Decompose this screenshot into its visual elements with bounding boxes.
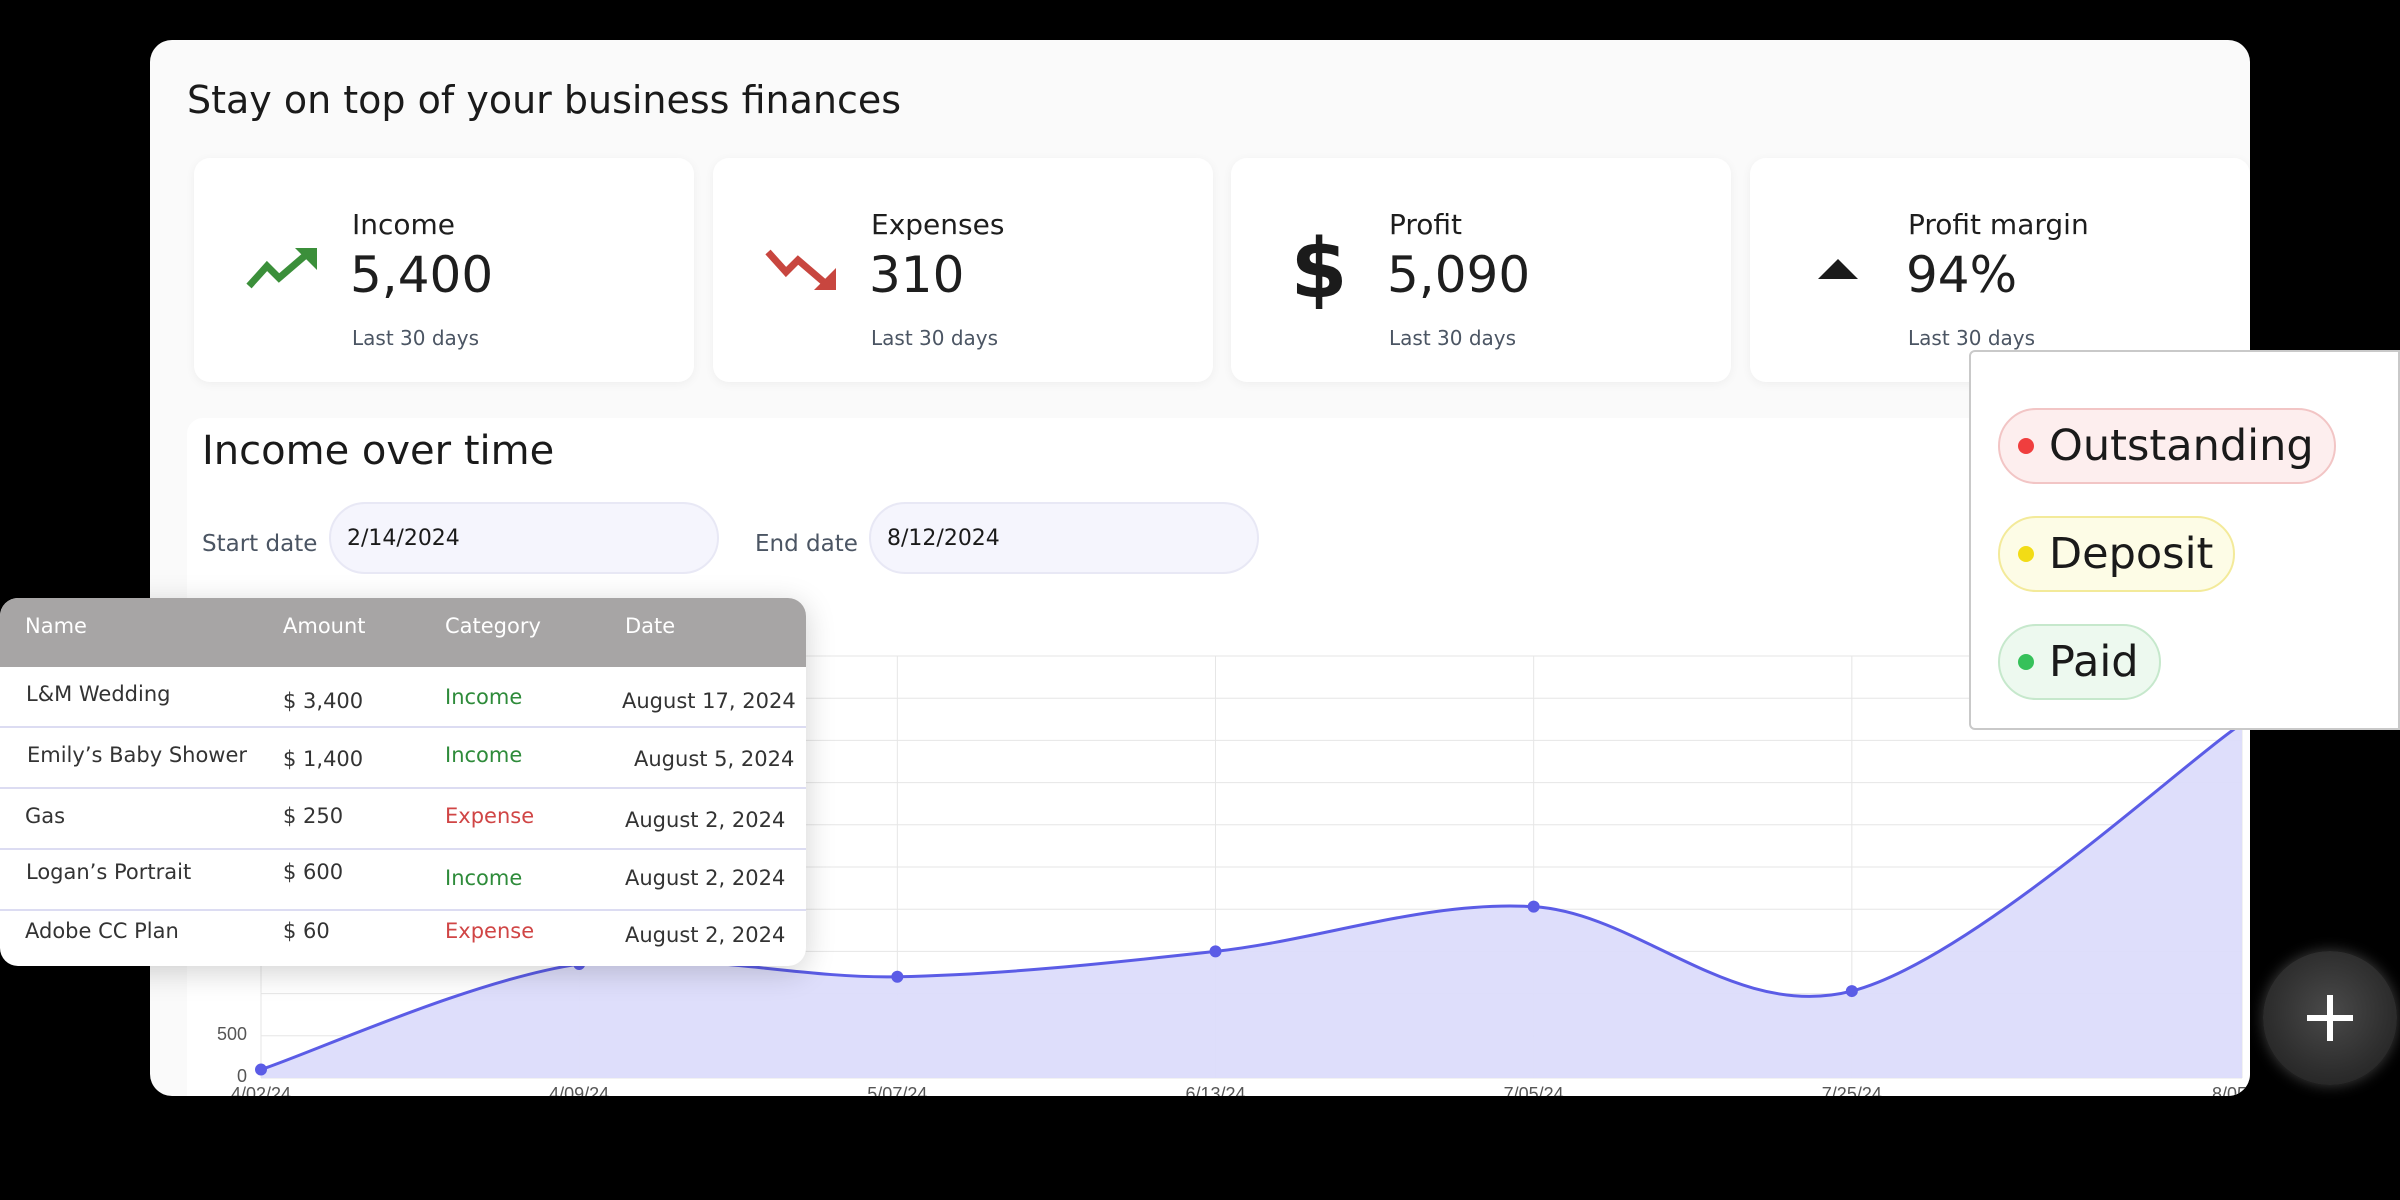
x-tick-label: 7/25/24: [1822, 1084, 1882, 1096]
cell-amount: $ 250: [283, 804, 344, 828]
table-row[interactable]: Logan’s Portrait $ 600 Income August 2, …: [0, 850, 806, 911]
cell-category: Expense: [445, 804, 535, 828]
cell-name: Emily’s Baby Shower: [27, 743, 248, 767]
add-button[interactable]: [2263, 951, 2397, 1085]
dollar-icon: $: [1281, 222, 1357, 317]
data-point[interactable]: [1527, 900, 1540, 913]
cell-date: August 2, 2024: [625, 866, 786, 890]
data-point[interactable]: [891, 970, 904, 983]
cell-category: Income: [445, 685, 523, 709]
status-legend-card: Outstanding Deposit Paid: [1969, 350, 2400, 730]
cell-amount: $ 1,400: [283, 747, 364, 771]
cell-date: August 2, 2024: [625, 923, 786, 947]
cell-name: L&M Wedding: [26, 682, 171, 706]
y-tick-label: 0: [237, 1066, 247, 1086]
stat-value: 5,400: [350, 246, 494, 304]
y-tick-label: 500: [217, 1024, 247, 1044]
status-pill-outstanding[interactable]: Outstanding: [1998, 408, 2336, 484]
cell-category: Expense: [445, 919, 535, 943]
stat-label: Expenses: [871, 208, 1005, 241]
cell-amount: $ 60: [283, 919, 330, 943]
x-tick-label: 6/13/24: [1185, 1084, 1245, 1096]
triangle-up-icon: [1800, 234, 1876, 304]
status-pill-paid[interactable]: Paid: [1998, 624, 2161, 700]
status-dot: [2018, 438, 2034, 454]
trend-up-icon: [244, 234, 320, 304]
cell-name: Gas: [25, 804, 66, 828]
stat-value: 94%: [1906, 246, 2018, 304]
stat-label: Profit: [1389, 208, 1463, 241]
column-header-date[interactable]: Date: [625, 614, 675, 638]
data-point[interactable]: [1209, 945, 1222, 958]
status-label: Outstanding: [2049, 421, 2314, 471]
column-header-name[interactable]: Name: [25, 614, 87, 638]
table-row[interactable]: Emily’s Baby Shower $ 1,400 Income Augus…: [0, 728, 806, 789]
stat-value: 5,090: [1387, 246, 1531, 304]
status-dot: [2018, 654, 2034, 670]
cell-name: Adobe CC Plan: [25, 919, 179, 943]
cell-date: August 2, 2024: [625, 808, 786, 832]
status-label: Paid: [2049, 637, 2139, 687]
plus-icon: [2307, 995, 2353, 1041]
table-row[interactable]: Gas $ 250 Expense August 2, 2024: [0, 789, 806, 850]
table-header: Name Amount Category Date: [0, 598, 806, 667]
cell-date: August 17, 2024: [622, 689, 796, 713]
cell-amount: $ 600: [283, 860, 344, 884]
stat-card-profit-margin[interactable]: Profit margin 94% Last 30 days: [1750, 158, 2250, 382]
stat-label: Income: [352, 208, 456, 241]
stat-card-income[interactable]: Income 5,400 Last 30 days: [194, 158, 694, 382]
x-tick-label: 5/07/24: [867, 1084, 927, 1096]
stat-period: Last 30 days: [352, 326, 480, 350]
x-tick-label: 8/05/24: [2212, 1084, 2250, 1096]
stat-label: Profit margin: [1908, 208, 2089, 241]
column-header-amount[interactable]: Amount: [283, 614, 366, 638]
page-title: Stay on top of your business finances: [187, 78, 902, 122]
data-point[interactable]: [1845, 985, 1858, 998]
stat-period: Last 30 days: [871, 326, 999, 350]
status-dot: [2018, 546, 2034, 562]
status-pill-deposit[interactable]: Deposit: [1998, 516, 2236, 592]
data-point[interactable]: [255, 1063, 267, 1076]
status-label: Deposit: [2049, 529, 2214, 579]
cell-name: Logan’s Portrait: [26, 860, 192, 884]
cell-category: Income: [445, 743, 523, 767]
stat-card-profit[interactable]: $ Profit 5,090 Last 30 days: [1231, 158, 1731, 382]
column-header-category[interactable]: Category: [445, 614, 541, 638]
table-row[interactable]: L&M Wedding $ 3,400 Income August 17, 20…: [0, 667, 806, 728]
cell-amount: $ 3,400: [283, 689, 364, 713]
trend-down-icon: [763, 234, 839, 304]
x-tick-label: 4/09/24: [549, 1084, 609, 1096]
stat-card-expenses[interactable]: Expenses 310 Last 30 days: [713, 158, 1213, 382]
stat-period: Last 30 days: [1908, 326, 2036, 350]
cell-date: August 5, 2024: [634, 747, 795, 771]
dollar-glyph: $: [1290, 221, 1348, 317]
cell-category: Income: [445, 866, 523, 890]
transactions-table: Name Amount Category Date L&M Wedding $ …: [0, 598, 806, 966]
stat-period: Last 30 days: [1389, 326, 1517, 350]
stat-value: 310: [869, 246, 965, 304]
table-row[interactable]: Adobe CC Plan $ 60 Expense August 2, 202…: [0, 911, 806, 966]
x-tick-label: 7/05/24: [1504, 1084, 1564, 1096]
